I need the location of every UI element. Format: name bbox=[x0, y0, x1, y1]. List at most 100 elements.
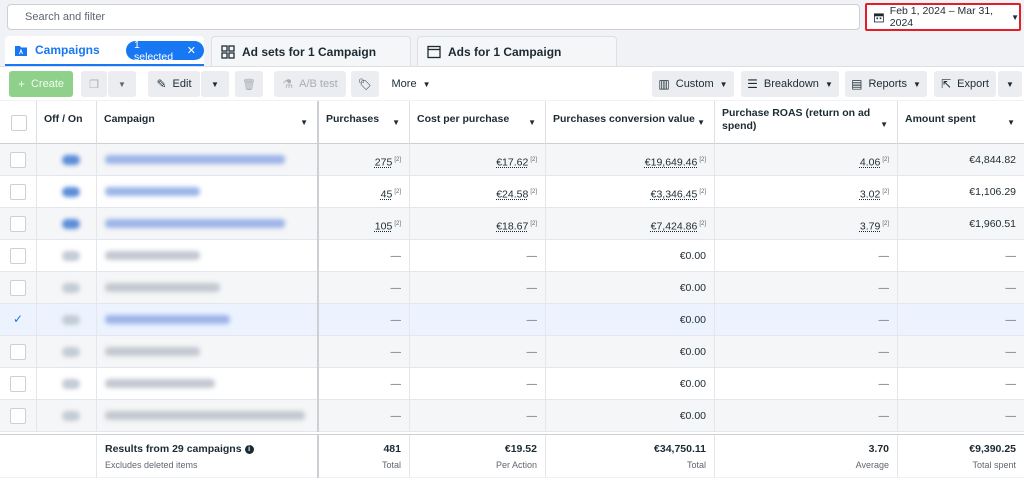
delete-button[interactable]: 🗑 bbox=[235, 71, 263, 97]
table-row[interactable]: 105 [2] €18.67 [2] €7,424.86 [2] 3.79 [2] €1,960… bbox=[0, 208, 1024, 240]
column-header-purchases[interactable]: Purchases ▼ bbox=[319, 101, 410, 144]
metric-value[interactable]: 105 bbox=[375, 221, 393, 233]
sort-icon[interactable]: ▼ bbox=[697, 118, 705, 127]
campaign-name-link[interactable] bbox=[105, 347, 200, 356]
export-dropdown-button[interactable]: ▼ bbox=[998, 71, 1022, 97]
footer-label: Total bbox=[381, 460, 401, 470]
campaign-toggle[interactable] bbox=[62, 411, 80, 421]
tag-button[interactable]: 🏷 bbox=[351, 71, 379, 97]
table-row[interactable]: — — €0.00 — — bbox=[0, 400, 1024, 432]
campaign-name-link[interactable] bbox=[105, 315, 230, 324]
more-button[interactable]: More ▼ bbox=[386, 71, 436, 97]
sort-icon[interactable]: ▼ bbox=[1007, 118, 1015, 127]
footnote-marker: [2] bbox=[882, 189, 889, 195]
tab-ads-label: Ads for 1 Campaign bbox=[448, 44, 562, 59]
footer-label: Total spent bbox=[972, 460, 1016, 470]
date-range-picker[interactable]: Feb 1, 2024 – Mar 31, 2024 ▼ bbox=[865, 3, 1021, 31]
row-checkbox[interactable] bbox=[10, 248, 26, 264]
columns-custom-button[interactable]: ▥ Custom ▼ bbox=[652, 71, 734, 97]
table-row[interactable]: ✓ — — €0.00 — — bbox=[0, 304, 1024, 336]
table-row[interactable]: — — €0.00 — — bbox=[0, 368, 1024, 400]
select-all-header bbox=[0, 101, 37, 144]
footer-subtitle: Excludes deleted items bbox=[105, 460, 198, 470]
tab-adsets[interactable]: Ad sets for 1 Campaign bbox=[211, 36, 411, 66]
column-header-toggle[interactable]: Off / On bbox=[37, 101, 97, 144]
row-checkbox[interactable] bbox=[10, 216, 26, 232]
selected-count-badge[interactable]: 1 selected ✕ bbox=[126, 39, 204, 63]
checkmark-icon[interactable]: ✓ bbox=[13, 312, 23, 326]
metric-value[interactable]: €7,424.86 bbox=[651, 221, 698, 233]
column-header-campaign[interactable]: Campaign ▼ bbox=[97, 101, 319, 144]
sort-icon[interactable]: ▼ bbox=[300, 118, 308, 127]
table-row[interactable]: — — €0.00 — — bbox=[0, 240, 1024, 272]
select-all-checkbox[interactable] bbox=[11, 115, 27, 131]
breakdown-button[interactable]: ☰ Breakdown ▼ bbox=[741, 71, 839, 97]
export-button[interactable]: ⇱ Export bbox=[934, 71, 996, 97]
campaign-toggle[interactable] bbox=[62, 315, 80, 325]
sort-icon[interactable]: ▼ bbox=[528, 118, 536, 127]
row-checkbox[interactable] bbox=[10, 344, 26, 360]
edit-dropdown-button[interactable]: ▼ bbox=[201, 71, 229, 97]
table-row[interactable]: 275 [2] €17.62 [2] €19,649.46 [2] 4.06 [2] €4,84… bbox=[0, 144, 1024, 176]
metric-value[interactable]: 4.06 bbox=[860, 157, 880, 169]
footer-value: €34,750.11 bbox=[654, 443, 706, 455]
campaign-toggle[interactable] bbox=[62, 283, 80, 293]
metric-value[interactable]: 3.02 bbox=[860, 189, 880, 201]
edit-button[interactable]: ✎ Edit bbox=[148, 71, 200, 97]
row-checkbox[interactable] bbox=[10, 280, 26, 296]
campaign-name-link[interactable] bbox=[105, 379, 215, 388]
footer-summary: Results from 29 campaigns i Excludes dele… bbox=[97, 435, 319, 478]
metric-cell: €0.00 bbox=[546, 272, 715, 304]
campaign-name-link[interactable] bbox=[105, 187, 200, 196]
table-row[interactable]: — — €0.00 — — bbox=[0, 336, 1024, 368]
row-checkbox[interactable] bbox=[10, 376, 26, 392]
metric-value[interactable]: €3,346.45 bbox=[651, 189, 698, 201]
column-header-amount-spent[interactable]: Amount spent ▼ bbox=[898, 101, 1024, 144]
campaign-toggle[interactable] bbox=[62, 219, 80, 229]
campaign-name-link[interactable] bbox=[105, 251, 200, 260]
metric-value[interactable]: 3.79 bbox=[860, 221, 880, 233]
row-checkbox[interactable] bbox=[10, 408, 26, 424]
campaign-toggle[interactable] bbox=[62, 379, 80, 389]
columns-icon: ▥ bbox=[658, 77, 670, 91]
metric-value[interactable]: 275 bbox=[375, 157, 393, 169]
duplicate-dropdown-button[interactable]: ▼ bbox=[108, 71, 136, 97]
column-header-label: Off / On bbox=[44, 113, 83, 125]
tab-campaigns[interactable]: Campaigns 1 selected ✕ bbox=[5, 36, 204, 66]
column-header-cost-per-purchase[interactable]: Cost per purchase ▼ bbox=[410, 101, 546, 144]
campaign-name-link[interactable] bbox=[105, 411, 305, 420]
campaign-name-link[interactable] bbox=[105, 283, 220, 292]
metric-value[interactable]: €24.58 bbox=[496, 189, 528, 201]
campaign-toggle[interactable] bbox=[62, 251, 80, 261]
campaign-toggle[interactable] bbox=[62, 187, 80, 197]
tab-ads[interactable]: Ads for 1 Campaign bbox=[417, 36, 617, 66]
metric-cell: — bbox=[319, 272, 410, 304]
row-checkbox[interactable] bbox=[10, 152, 26, 168]
campaign-name-cell bbox=[97, 400, 319, 432]
sort-icon[interactable]: ▼ bbox=[880, 118, 888, 131]
metric-value[interactable]: €18.67 bbox=[496, 221, 528, 233]
campaign-toggle[interactable] bbox=[62, 155, 80, 165]
metric-cell: €18.67 [2] bbox=[410, 208, 546, 240]
metric-value[interactable]: €17.62 bbox=[496, 157, 528, 169]
metric-value[interactable]: 45 bbox=[381, 189, 393, 201]
campaign-name-link[interactable] bbox=[105, 155, 285, 164]
search-input[interactable]: Search and filter bbox=[7, 4, 860, 30]
close-icon[interactable]: ✕ bbox=[187, 44, 196, 57]
duplicate-button[interactable]: ❐ bbox=[81, 71, 107, 97]
row-checkbox[interactable] bbox=[10, 184, 26, 200]
sort-icon[interactable]: ▼ bbox=[392, 118, 400, 127]
table-footer: Results from 29 campaigns i Excludes dele… bbox=[0, 434, 1024, 478]
metric-cell: €0.00 bbox=[546, 240, 715, 272]
ab-test-button[interactable]: ⚗ A/B test bbox=[274, 71, 346, 97]
reports-button[interactable]: ▤ Reports ▼ bbox=[845, 71, 927, 97]
create-button[interactable]: + Create bbox=[9, 71, 73, 97]
metric-value[interactable]: €19,649.46 bbox=[645, 157, 698, 169]
table-row[interactable]: 45 [2] €24.58 [2] €3,346.45 [2] 3.02 [2] €1,106.… bbox=[0, 176, 1024, 208]
info-icon[interactable]: i bbox=[244, 445, 254, 454]
campaign-toggle[interactable] bbox=[62, 347, 80, 357]
column-header-conversion-value[interactable]: Purchases conversion value ▼ bbox=[546, 101, 715, 144]
column-header-roas[interactable]: Purchase ROAS (return on ad spend) ▼ bbox=[715, 101, 898, 144]
table-row[interactable]: — — €0.00 — — bbox=[0, 272, 1024, 304]
campaign-name-link[interactable] bbox=[105, 219, 285, 228]
